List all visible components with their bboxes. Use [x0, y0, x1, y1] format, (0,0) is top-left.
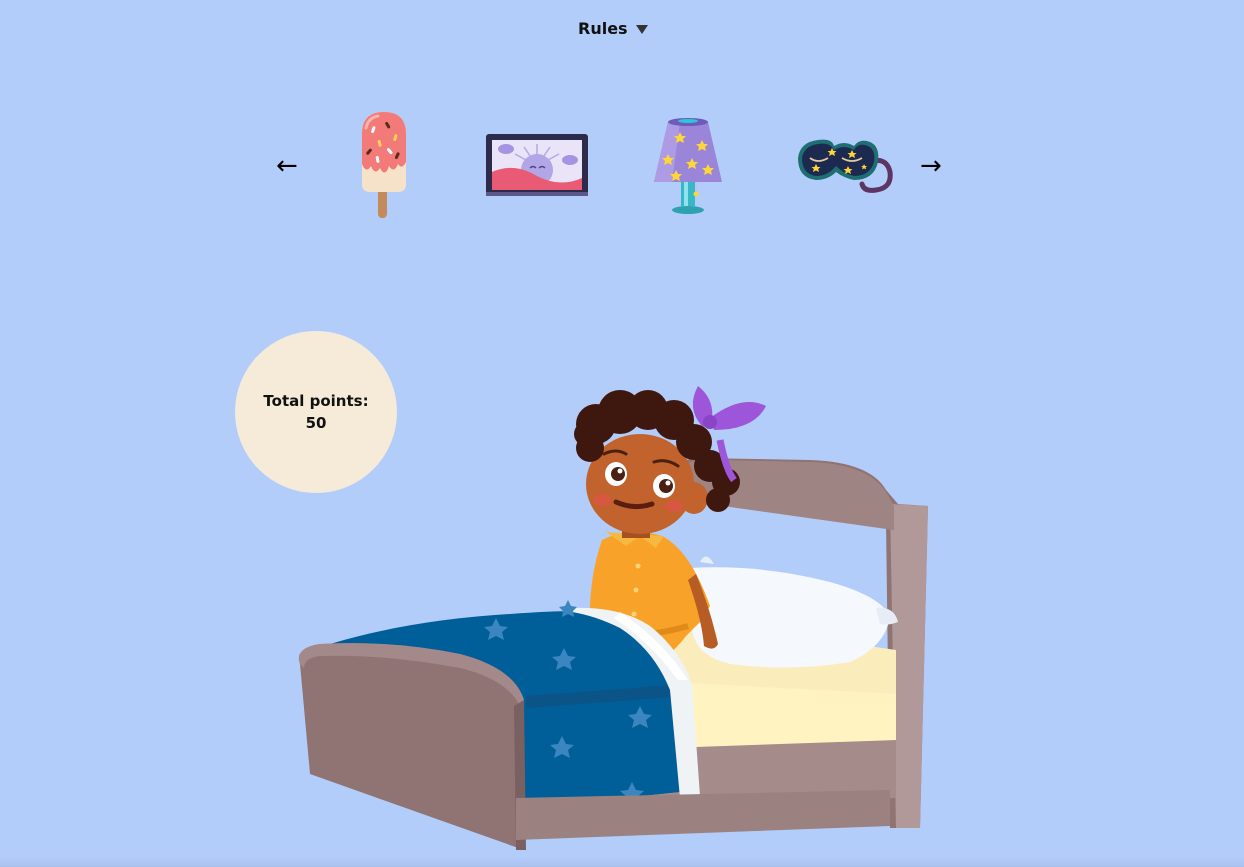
caret-down-icon — [635, 24, 648, 34]
game-stage: Rules ← → Total points: 50 — [0, 0, 1244, 867]
rules-dropdown[interactable]: Rules — [578, 16, 648, 40]
popsicle-icon[interactable] — [356, 108, 412, 220]
sunrise-picture-icon[interactable] — [484, 132, 590, 198]
ground-strip — [0, 857, 1244, 867]
starry-lamp-icon[interactable] — [650, 116, 726, 216]
carousel-next-arrow[interactable]: → — [920, 150, 942, 182]
carousel-prev-arrow[interactable]: ← — [276, 150, 298, 182]
girl-in-bed-illustration — [290, 350, 940, 859]
sleep-mask-icon[interactable] — [794, 134, 894, 196]
rules-label: Rules — [578, 18, 628, 38]
